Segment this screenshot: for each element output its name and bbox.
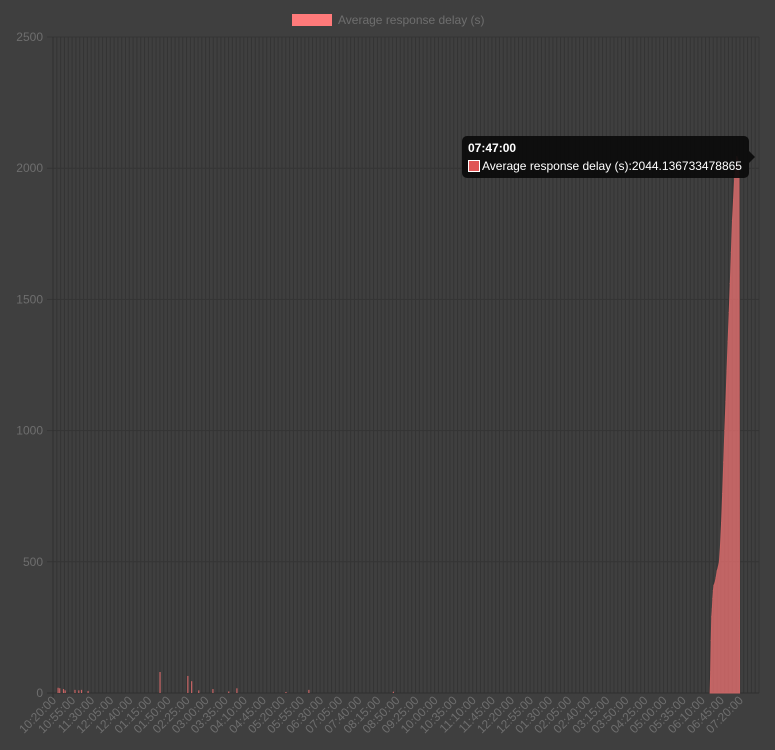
data-point [718,561,720,563]
tooltip-caret [749,151,755,163]
data-point [725,401,727,403]
data-point [731,220,734,222]
data-point [722,492,724,495]
y-tick-label: 1000 [16,424,43,438]
y-tick-label: 500 [23,555,43,569]
y-tick-label: 2500 [16,30,43,44]
data-point [730,251,732,253]
tooltip-series-label: Average response delay (s): [482,159,632,173]
data-point [728,311,730,314]
tooltip-row: Average response delay (s): 2044.1367334… [468,159,743,173]
data-point [717,566,719,568]
tooltip: 07:47:00 Average response delay (s): 204… [462,136,749,178]
data-point [719,545,722,547]
legend-swatch [292,14,332,26]
data-point [729,283,731,285]
data-point [715,576,717,579]
data-point [710,671,712,673]
tooltip-swatch [468,160,480,172]
y-tick-label: 1500 [16,292,43,306]
data-point [723,461,725,463]
line-chart: 0500100015002000250010:20:0010:55:0011:3… [16,30,760,736]
data-point [711,616,713,618]
tooltip-title: 07:47:00 [468,141,517,155]
data-point [724,430,726,432]
data-point [712,590,714,592]
data-point [711,608,713,610]
data-point [727,340,729,342]
data-point [713,584,715,587]
legend[interactable]: Average response delay (s) [292,13,485,27]
tooltip-value: 2044.136733478865 [631,159,742,173]
data-point [720,521,723,524]
data-point [714,582,716,584]
legend-label: Average response delay (s) [338,13,485,27]
data-point [710,639,712,642]
y-tick-label: 2000 [16,161,43,175]
chart-root: 0 500 1000 1500 2000 2500 10:20:00 10:55:00 11:3… [0,0,775,745]
data-point [734,178,736,180]
data-point [716,570,718,572]
y-tick-label: 0 [36,686,43,700]
data-point [712,597,714,600]
data-point [726,369,728,371]
data-point [732,199,735,201]
